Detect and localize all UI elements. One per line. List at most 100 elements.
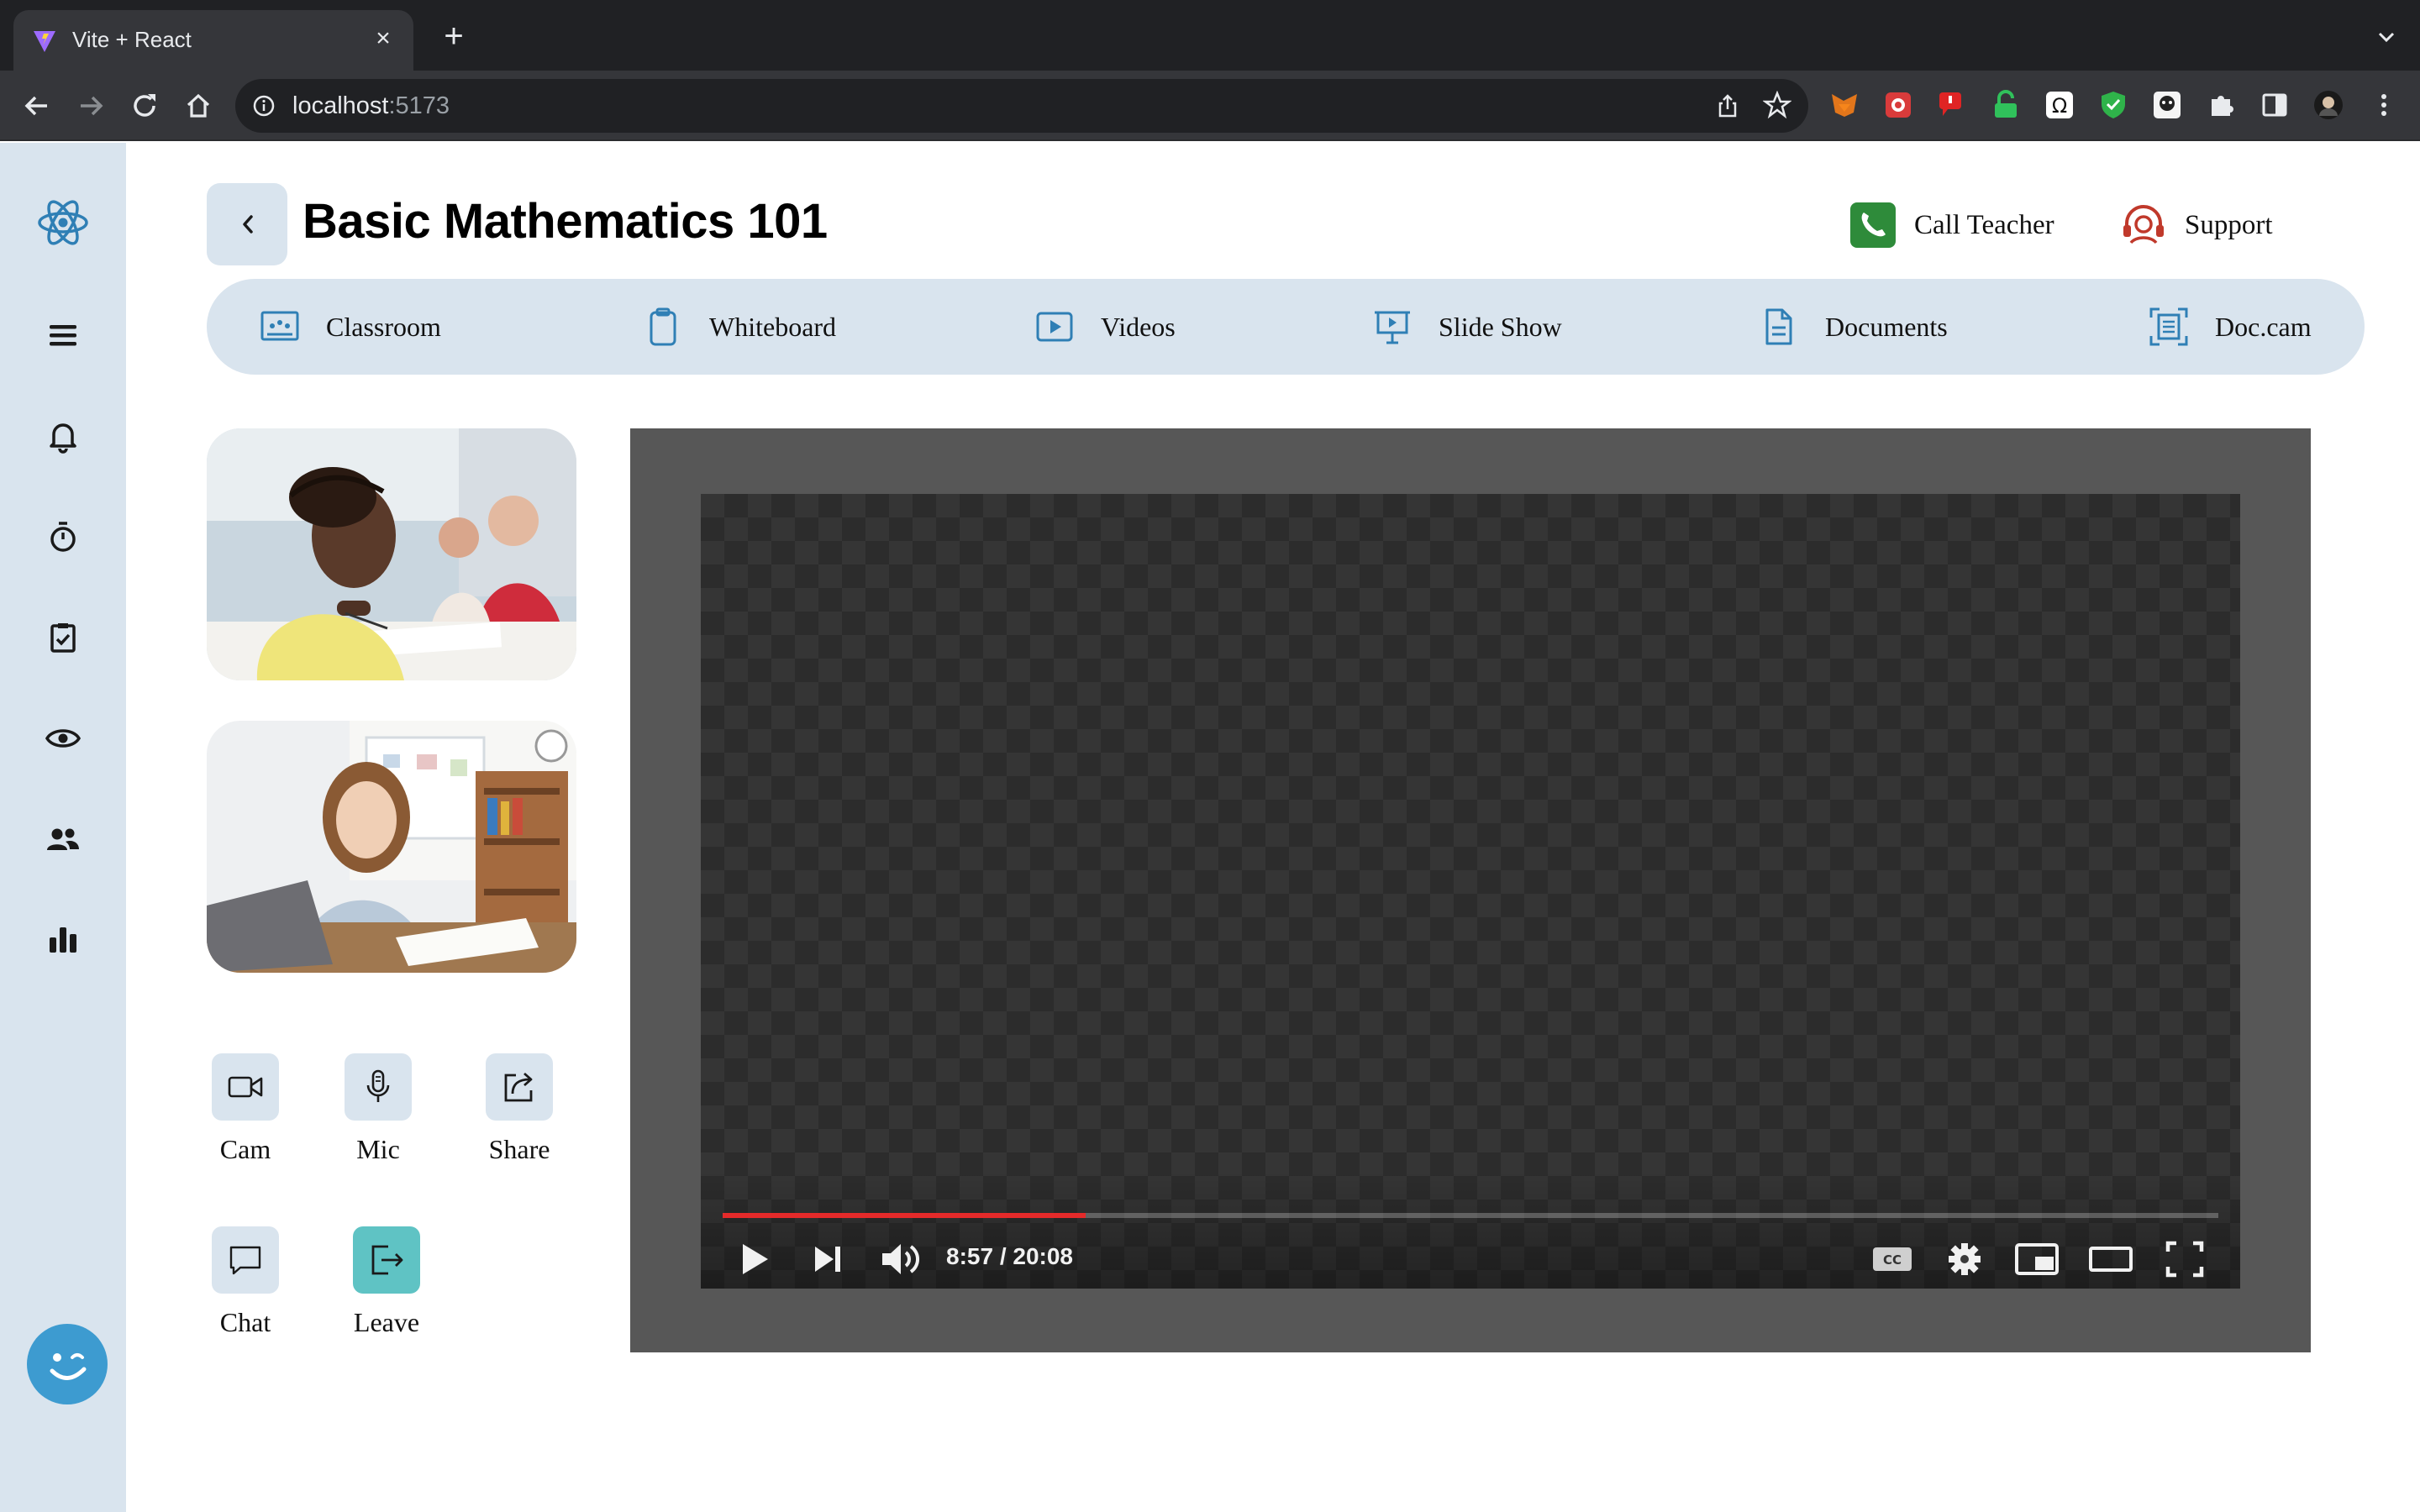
- nav-slideshow[interactable]: Slide Show: [1371, 304, 1562, 349]
- leave-icon-box: [353, 1226, 420, 1294]
- document-icon: [1765, 308, 1792, 345]
- cam-icon-box: [212, 1053, 279, 1121]
- headset-icon: [2123, 205, 2164, 244]
- teacher-video-tile[interactable]: [207, 721, 576, 973]
- url-text: localhost:5173: [292, 92, 450, 120]
- nav-whiteboard[interactable]: Whiteboard: [642, 304, 836, 349]
- microphone-icon: [366, 1069, 390, 1102]
- classroom-icon: [260, 311, 299, 341]
- extension-omega-icon[interactable]: Ω: [2044, 89, 2075, 121]
- extension-face-icon[interactable]: [2151, 89, 2183, 121]
- nav-whiteboard-label: Whiteboard: [709, 311, 837, 342]
- timer-icon[interactable]: [42, 516, 84, 558]
- cam-label: Cam: [219, 1134, 271, 1164]
- volume-icon: [882, 1244, 919, 1274]
- video-time: 8:57 / 20:08: [946, 1243, 1073, 1269]
- nav-videos[interactable]: Videos: [1034, 304, 1176, 349]
- back-arrow-icon[interactable]: [18, 87, 55, 124]
- call-teacher-button[interactable]: Call Teacher: [1849, 200, 2054, 250]
- home-icon[interactable]: [180, 87, 217, 124]
- extensions-puzzle-icon[interactable]: [2205, 89, 2237, 121]
- next-button[interactable]: [810, 1236, 847, 1282]
- volume-button[interactable]: [879, 1236, 926, 1282]
- settings-button[interactable]: [1943, 1236, 1986, 1282]
- document-scanner-icon: [2149, 307, 2188, 346]
- tab-close-icon[interactable]: ×: [370, 25, 397, 52]
- metamask-extension-icon[interactable]: [1828, 89, 1860, 121]
- miniplayer-button[interactable]: [2013, 1236, 2060, 1282]
- clipboard-check-icon[interactable]: [42, 617, 84, 659]
- chat-button[interactable]: Chat: [195, 1226, 296, 1338]
- address-bar[interactable]: localhost:5173: [235, 79, 1808, 133]
- nav-documents[interactable]: Documents: [1758, 304, 1948, 349]
- cam-button[interactable]: Cam: [195, 1053, 296, 1165]
- new-tab-icon[interactable]: +: [439, 19, 469, 53]
- url-port: :5173: [388, 92, 450, 119]
- page-title: Basic Mathematics 101: [302, 194, 828, 249]
- theater-mode-button[interactable]: [2087, 1236, 2134, 1282]
- leave-button[interactable]: Leave: [336, 1226, 437, 1338]
- assistant-wink-button[interactable]: [27, 1324, 108, 1404]
- extension-shield-icon[interactable]: [2097, 89, 2129, 121]
- share-icon-box: [486, 1053, 553, 1121]
- nav-videos-label: Videos: [1101, 311, 1176, 342]
- wink-face-icon: [50, 1353, 87, 1380]
- video-progress-bar[interactable]: [723, 1213, 2218, 1218]
- nav-classroom[interactable]: Classroom: [259, 304, 441, 349]
- react-logo-icon[interactable]: [35, 195, 91, 250]
- eye-icon[interactable]: [42, 717, 84, 759]
- video-progress-fill: [723, 1213, 1086, 1218]
- leave-label: Leave: [353, 1307, 420, 1337]
- sidebar: [0, 143, 126, 1512]
- closed-captions-icon: CC: [1873, 1247, 1912, 1271]
- chevron-down-icon[interactable]: [2375, 25, 2398, 49]
- support-button[interactable]: Support: [2119, 200, 2273, 250]
- gear-icon: [1949, 1243, 1981, 1275]
- fullscreen-icon: [2165, 1241, 2204, 1278]
- teacher-photo: [207, 721, 576, 973]
- share-icon: [504, 1072, 533, 1102]
- share-label: Share: [488, 1134, 550, 1164]
- browser-toolbar: localhost:5173 Ω: [0, 71, 2420, 141]
- browser-tab[interactable]: Vite + React ×: [13, 10, 413, 71]
- video-player[interactable]: 8:57 / 20:08 CC: [701, 494, 2240, 1289]
- extension-flag-icon[interactable]: [1936, 89, 1968, 121]
- nav-doccam[interactable]: Doc.cam: [2148, 304, 2312, 349]
- share-page-icon[interactable]: [1714, 92, 1741, 119]
- fullscreen-button[interactable]: [2163, 1236, 2207, 1282]
- extension-lock-icon[interactable]: [1990, 89, 2022, 121]
- share-button[interactable]: Share: [469, 1053, 570, 1165]
- video-controls-shade: [701, 1171, 2240, 1289]
- side-panel-icon[interactable]: [2259, 89, 2291, 121]
- mic-button[interactable]: Mic: [328, 1053, 429, 1165]
- student-video-tile[interactable]: [207, 428, 576, 680]
- bell-icon[interactable]: [42, 415, 84, 457]
- video-player-frame: 8:57 / 20:08 CC: [630, 428, 2311, 1352]
- skip-next-icon: [815, 1247, 840, 1272]
- users-icon[interactable]: [42, 818, 84, 860]
- mic-icon-box: [345, 1053, 412, 1121]
- url-host: localhost: [292, 92, 389, 119]
- forward-arrow-icon[interactable]: [72, 87, 109, 124]
- mic-label: Mic: [356, 1134, 400, 1164]
- nav-slideshow-label: Slide Show: [1439, 311, 1562, 342]
- profile-avatar-icon[interactable]: [2312, 89, 2344, 121]
- svg-text:Ω: Ω: [2052, 94, 2067, 118]
- extension-red-icon[interactable]: [1882, 89, 1914, 121]
- bookmark-star-icon[interactable]: [1763, 91, 1791, 119]
- support-label: Support: [2185, 209, 2273, 240]
- back-button[interactable]: [207, 183, 287, 265]
- browser-tab-strip: Vite + React × +: [0, 0, 2420, 71]
- site-info-icon[interactable]: [252, 94, 276, 118]
- play-button[interactable]: [736, 1236, 773, 1282]
- student-photo: [207, 428, 576, 680]
- bar-chart-icon[interactable]: [42, 919, 84, 961]
- captions-button[interactable]: CC: [1870, 1236, 1914, 1282]
- tab-title: Vite + React: [72, 27, 192, 52]
- app-root: Basic Mathematics 101 Call Teacher Suppo…: [0, 143, 2420, 1512]
- menu-icon[interactable]: [42, 314, 84, 356]
- exit-door-icon: [371, 1245, 403, 1275]
- miniplayer-icon: [2015, 1243, 2059, 1275]
- browser-menu-icon[interactable]: [2368, 89, 2400, 121]
- reload-icon[interactable]: [126, 87, 163, 124]
